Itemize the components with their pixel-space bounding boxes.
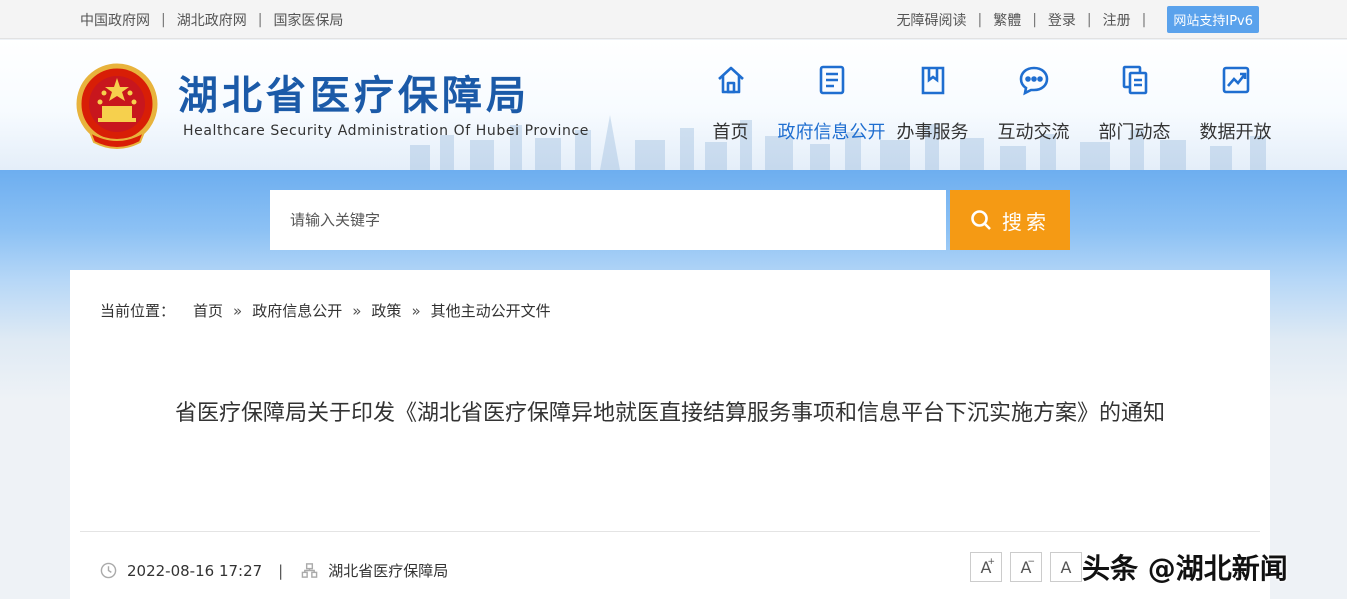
search-icon bbox=[971, 210, 991, 230]
nav-label: 互动交流 bbox=[997, 122, 1070, 143]
publish-date: 2022-08-16 17:27 bbox=[127, 561, 263, 580]
organization-icon bbox=[301, 563, 318, 578]
separator: | bbox=[1086, 11, 1092, 28]
search-button-label: 搜索 bbox=[1002, 209, 1050, 234]
watermark: 头条 @湖北新闻 bbox=[1082, 552, 1288, 585]
separator: | bbox=[1032, 11, 1037, 28]
font-decrease-button[interactable]: A − bbox=[1010, 552, 1042, 582]
breadcrumb-lead: 当前位置： bbox=[100, 302, 176, 320]
link-china-gov[interactable]: 中国政府网 bbox=[80, 10, 150, 30]
article-title: 省医疗保障局关于印发《湖北省医疗保障异地就医直接结算服务事项和信息平台下沉实施方… bbox=[174, 401, 1165, 426]
separator: | bbox=[257, 11, 263, 28]
login-link[interactable]: 登录 bbox=[1048, 10, 1076, 30]
nav-item-home[interactable]: 首页 bbox=[680, 62, 781, 144]
ipv6-badge: 网站支持IPv6 bbox=[1167, 6, 1259, 33]
line-chart-icon bbox=[1218, 62, 1254, 98]
home-icon bbox=[713, 62, 749, 98]
breadcrumb-item-policy[interactable]: 政策 bbox=[371, 300, 401, 321]
nav-label: 部门动态 bbox=[1098, 122, 1171, 143]
top-utility-bar: 中国政府网 | 湖北政府网 | 国家医保局 无障碍阅读 | 繁體 | 登录 | … bbox=[0, 0, 1347, 39]
nav-item-interaction[interactable]: 互动交流 bbox=[983, 62, 1084, 144]
breadcrumb-separator: » bbox=[233, 301, 243, 320]
main-nav: 首页 政府信息公开 办事服务 互动交流 部门动态 数据开放 bbox=[680, 62, 1286, 144]
site-title: 湖北省医疗保障局 bbox=[178, 72, 530, 119]
breadcrumb: 当前位置： 首页 » 政府信息公开 » 政策 » 其他主动公开文件 bbox=[100, 300, 551, 321]
breadcrumb-separator: » bbox=[352, 301, 362, 320]
font-size-controls: A + A − A bbox=[970, 552, 1090, 582]
national-emblem-logo bbox=[76, 63, 158, 149]
breadcrumb-item-gov-info[interactable]: 政府信息公开 bbox=[252, 300, 342, 321]
minus-icon: − bbox=[1027, 557, 1035, 567]
nav-label: 办事服务 bbox=[896, 122, 969, 143]
nav-item-open-data[interactable]: 数据开放 bbox=[1185, 62, 1286, 144]
accessibility-link[interactable]: 无障碍阅读 bbox=[896, 10, 966, 30]
breadcrumb-separator: » bbox=[411, 301, 421, 320]
site-header: 湖北省医疗保障局 Healthcare Security Administrat… bbox=[0, 40, 1347, 170]
nav-label: 政府信息公开 bbox=[777, 122, 886, 143]
search-button[interactable]: 搜索 bbox=[950, 190, 1070, 250]
copy-documents-icon bbox=[1117, 62, 1153, 98]
traditional-chinese-link[interactable]: 繁體 bbox=[993, 10, 1021, 30]
article-source: 湖北省医疗保障局 bbox=[328, 562, 449, 580]
meta-separator: | bbox=[278, 561, 284, 580]
utility-links: 无障碍阅读 | 繁體 | 登录 | 注册 | 网站支持IPv6 bbox=[896, 0, 1259, 39]
font-increase-button[interactable]: A + bbox=[970, 552, 1002, 582]
site-subtitle: Healthcare Security Administration Of Hu… bbox=[183, 123, 590, 139]
nav-item-gov-info-disclosure[interactable]: 政府信息公开 bbox=[778, 62, 886, 144]
article-meta: 2022-08-16 17:27 | 湖北省医疗保障局 bbox=[100, 560, 448, 581]
plus-icon: + bbox=[987, 557, 995, 567]
link-nhsa[interactable]: 国家医保局 bbox=[273, 10, 343, 30]
link-hubei-gov[interactable]: 湖北政府网 bbox=[177, 10, 247, 30]
search-input[interactable] bbox=[270, 190, 946, 250]
document-list-icon bbox=[814, 62, 850, 98]
nav-label: 数据开放 bbox=[1199, 122, 1272, 143]
nav-item-services[interactable]: 办事服务 bbox=[882, 62, 983, 144]
chat-bubble-icon bbox=[1016, 62, 1052, 98]
bookmark-book-icon bbox=[915, 62, 951, 98]
breadcrumb-item-other-files[interactable]: 其他主动公开文件 bbox=[431, 300, 551, 321]
external-links: 中国政府网 | 湖北政府网 | 国家医保局 bbox=[80, 0, 343, 39]
separator: | bbox=[977, 11, 983, 28]
divider bbox=[80, 531, 1260, 532]
nav-label: 首页 bbox=[712, 122, 749, 143]
clock-icon bbox=[100, 562, 117, 579]
breadcrumb-item-home[interactable]: 首页 bbox=[193, 300, 223, 321]
separator: | bbox=[1141, 11, 1147, 28]
separator: | bbox=[161, 11, 166, 28]
register-link[interactable]: 注册 bbox=[1103, 10, 1131, 30]
font-reset-button[interactable]: A bbox=[1050, 552, 1082, 582]
nav-item-department-news[interactable]: 部门动态 bbox=[1084, 62, 1185, 144]
